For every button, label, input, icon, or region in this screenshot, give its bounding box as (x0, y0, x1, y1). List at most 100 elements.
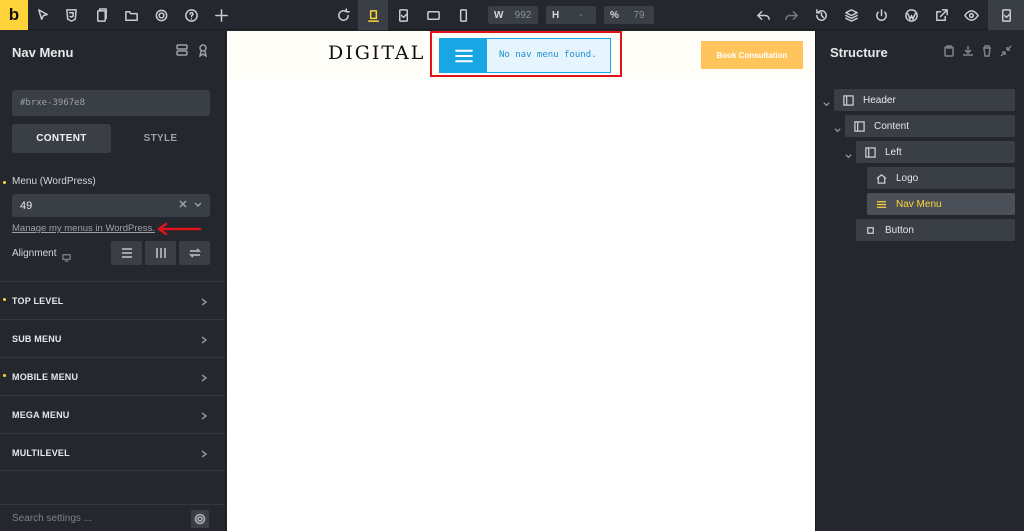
undo-icon[interactable] (748, 0, 778, 30)
structure-toggle-icon[interactable] (175, 43, 191, 59)
section-label: MEGA MENU (12, 410, 70, 420)
element-settings-panel: Nav Menu #brxe-3967e8 CONTENT STYLE Menu… (0, 31, 226, 531)
power-icon[interactable] (866, 0, 896, 30)
chevron-right-icon (199, 446, 211, 458)
home-icon (874, 171, 888, 185)
zoom-field[interactable]: % 79 (604, 6, 654, 24)
pages-icon[interactable] (86, 0, 116, 30)
preview-eye-icon[interactable] (956, 0, 986, 30)
tree-item-nav-menu[interactable]: Nav Menu (867, 193, 1015, 215)
tree-item-label: Button (885, 224, 914, 236)
tablet-portrait-icon[interactable] (418, 0, 448, 30)
section-icon (841, 93, 855, 107)
wordpress-icon[interactable] (896, 0, 926, 30)
desktop-breakpoint-small-icon (62, 249, 72, 262)
zoom-value: 79 (633, 9, 645, 21)
height-field[interactable]: H - (546, 6, 596, 24)
tree-item-left[interactable]: Left (856, 141, 1015, 163)
section-icon (852, 119, 866, 133)
site-logo[interactable]: DIGITAL (328, 42, 425, 64)
tree-item-button[interactable]: Button (856, 219, 1015, 241)
tree-item-header[interactable]: Header (834, 89, 1015, 111)
search-settings-placeholder: Search settings ... (12, 512, 93, 524)
menu-icon (874, 197, 888, 211)
cursor-icon[interactable] (28, 0, 58, 30)
section-sub-menu[interactable]: SUB MENU (0, 319, 225, 357)
tab-content[interactable]: CONTENT (12, 124, 111, 153)
chevron-right-icon (199, 408, 211, 420)
caret-down-icon[interactable] (833, 122, 843, 133)
section-label: MULTILEVEL (12, 448, 70, 458)
builder-canvas[interactable]: DIGITAL No nav menu found. Book Consulta… (227, 31, 815, 531)
folder-icon[interactable] (116, 0, 146, 30)
modified-indicator (3, 374, 6, 377)
chevron-right-icon (199, 332, 211, 344)
red-arrow-annotation (157, 222, 202, 236)
tree-item-label: Header (863, 94, 896, 106)
width-field[interactable]: W 992 (488, 6, 538, 24)
desktop-breakpoint-icon[interactable] (358, 0, 388, 30)
caret-down-icon[interactable] (844, 148, 854, 159)
section-label: MOBILE MENU (12, 372, 79, 382)
tree-item-label: Logo (896, 172, 919, 184)
book-consultation-button[interactable]: Book Consultation (701, 41, 803, 69)
element-id-field[interactable]: #brxe-3967e8 (12, 90, 210, 116)
height-value: - (579, 9, 583, 21)
bricks-logo[interactable]: b (0, 0, 28, 30)
section-mega-menu[interactable]: MEGA MENU (0, 395, 225, 433)
tablet-landscape-icon[interactable] (388, 0, 418, 30)
align-vertical-button[interactable] (111, 241, 142, 265)
add-element-icon[interactable] (206, 0, 236, 30)
width-value: 992 (514, 9, 532, 21)
menu-label: Menu (WordPress) (12, 176, 96, 187)
site-header[interactable]: DIGITAL No nav menu found. Book Consulta… (227, 31, 815, 79)
help-icon[interactable] (176, 0, 206, 30)
layers-icon[interactable] (836, 0, 866, 30)
section-top-level[interactable]: TOP LEVEL (0, 281, 225, 319)
settings-gear-icon[interactable] (146, 0, 176, 30)
clipboard-icon[interactable] (943, 44, 957, 58)
align-reverse-button[interactable] (179, 241, 210, 265)
clear-icon[interactable] (178, 199, 190, 211)
chevron-right-icon (199, 294, 211, 306)
trash-icon[interactable] (981, 44, 995, 58)
manage-menus-link[interactable]: Manage my menus in WordPress. (12, 223, 155, 234)
section-multilevel[interactable]: MULTILEVEL (0, 433, 225, 471)
tree-item-logo[interactable]: Logo (867, 167, 1015, 189)
caret-down-icon[interactable] (822, 96, 832, 107)
zoom-label: % (610, 9, 619, 21)
red-highlight-box (430, 31, 622, 77)
tree-item-content[interactable]: Content (845, 115, 1015, 137)
menu-select[interactable]: 49 (12, 194, 210, 217)
shield-icon[interactable] (56, 0, 86, 30)
settings-gear-icon[interactable] (191, 510, 209, 528)
menu-select-value: 49 (20, 199, 33, 212)
align-horizontal-button[interactable] (145, 241, 176, 265)
section-icon (863, 145, 877, 159)
panel-title: Nav Menu (12, 45, 74, 60)
chevron-down-icon[interactable] (193, 199, 205, 211)
search-settings-input[interactable]: Search settings ... (0, 504, 225, 531)
tab-style[interactable]: STYLE (111, 124, 210, 153)
structure-panel: Structure Header Content Left Logo Nav M… (815, 31, 1024, 531)
height-label: H (552, 9, 560, 21)
redo-icon[interactable] (776, 0, 806, 30)
chevron-right-icon (199, 370, 211, 382)
download-icon[interactable] (962, 44, 976, 58)
external-link-icon[interactable] (926, 0, 956, 30)
alignment-label: Alignment (12, 248, 57, 259)
square-icon (863, 223, 877, 237)
tree-item-label: Left (885, 146, 902, 158)
mobile-icon[interactable] (448, 0, 478, 30)
modified-indicator (3, 298, 6, 301)
section-mobile-menu[interactable]: MOBILE MENU (0, 357, 225, 395)
history-icon[interactable] (806, 0, 836, 30)
structure-title: Structure (830, 45, 888, 60)
section-label: TOP LEVEL (12, 296, 64, 306)
width-label: W (494, 9, 504, 21)
save-icon[interactable] (988, 0, 1024, 30)
tree-item-label: Content (874, 120, 910, 132)
refresh-icon[interactable] (328, 0, 358, 30)
badge-icon[interactable] (196, 43, 212, 59)
collapse-icon[interactable] (1000, 44, 1014, 58)
